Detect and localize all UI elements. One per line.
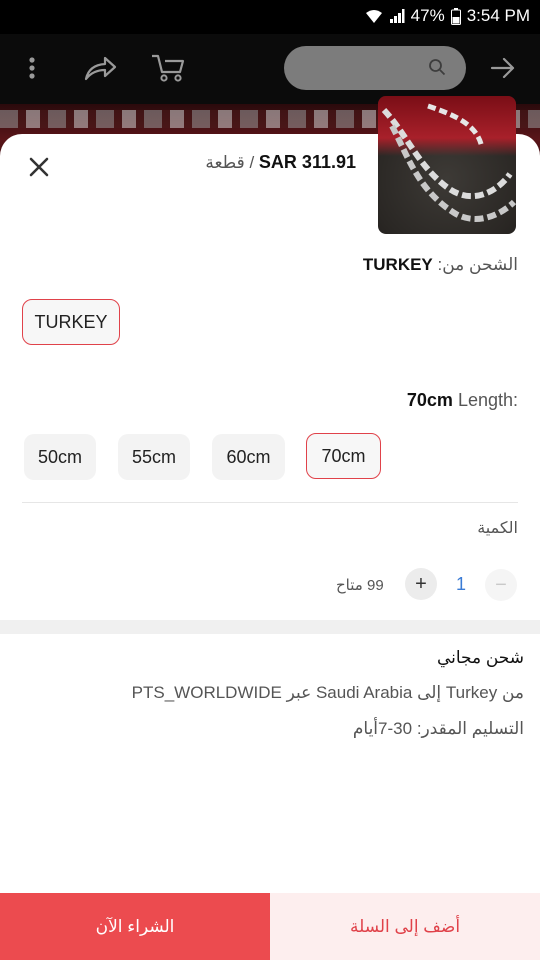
length-option-label: 70cm: [321, 445, 366, 466]
search-icon[interactable]: [428, 58, 446, 81]
search-bar[interactable]: [284, 46, 466, 90]
plus-icon: +: [415, 572, 427, 595]
close-icon[interactable]: [22, 150, 56, 184]
status-bar-right: 47% 3:54 PM: [365, 6, 530, 26]
price: SAR 311.91: [258, 152, 356, 172]
length-option-60cm[interactable]: 60cm: [212, 434, 285, 480]
add-to-cart-button[interactable]: أضف إلى السلة: [270, 893, 540, 960]
length-label: Length:: [457, 390, 518, 410]
origin-option-label: TURKEY: [34, 311, 108, 332]
more-vertical-icon[interactable]: [12, 48, 52, 88]
battery-percent: 47%: [410, 6, 445, 25]
battery-icon: [450, 7, 461, 25]
length-option-55cm[interactable]: 55cm: [118, 434, 190, 480]
price-line: SAR 311.91 / قطعة: [205, 152, 356, 173]
share-icon[interactable]: [80, 48, 120, 88]
stock-available: 99 متاح: [336, 577, 384, 594]
product-thumbnail[interactable]: [378, 96, 516, 234]
wifi-icon: [365, 8, 383, 24]
origin-option-turkey[interactable]: TURKEY: [22, 299, 120, 345]
length-option-label: 60cm: [226, 446, 271, 467]
ship-from-line: الشحن من: TURKEY: [363, 255, 518, 275]
increase-quantity-button[interactable]: +: [405, 568, 437, 600]
status-bar: 47% 3:54 PM: [0, 0, 540, 34]
quantity-value[interactable]: 1: [453, 574, 469, 595]
divider: [22, 502, 518, 503]
bottom-action-bar: الشراء الآن أضف إلى السلة: [0, 893, 540, 960]
length-line: 70cm Length:: [407, 390, 518, 411]
length-option-label: 55cm: [131, 446, 176, 467]
length-option-50cm[interactable]: 50cm: [24, 434, 96, 480]
clock: 3:54 PM: [466, 6, 530, 25]
length-option-70cm[interactable]: 70cm: [306, 433, 381, 479]
section-separator: [0, 620, 540, 634]
add-to-cart-label: أضف إلى السلة: [349, 916, 461, 936]
shipping-title: شحن مجاني: [436, 648, 524, 667]
buy-now-label: الشراء الآن: [95, 916, 175, 936]
length-value: 70cm: [406, 390, 453, 410]
quantity-label: الكمية: [477, 520, 518, 537]
ship-from-value: TURKEY: [362, 255, 433, 274]
decrease-quantity-button[interactable]: −: [485, 569, 517, 601]
price-unit: / قطعة: [205, 153, 255, 172]
signal-icon: [389, 8, 405, 24]
shipping-route: من Turkey إلى Saudi Arabia عبر PTS_WORLD…: [131, 683, 524, 702]
cart-icon[interactable]: [148, 48, 188, 88]
arrow-right-icon[interactable]: [483, 48, 523, 88]
buy-now-button[interactable]: الشراء الآن: [0, 893, 270, 960]
delivery-estimate: التسليم المقدر: 30-7أيام: [352, 719, 524, 738]
minus-icon: −: [495, 573, 507, 596]
ship-from-label: الشحن من:: [437, 255, 518, 274]
length-option-label: 50cm: [37, 446, 82, 467]
app-toolbar: [0, 34, 540, 104]
